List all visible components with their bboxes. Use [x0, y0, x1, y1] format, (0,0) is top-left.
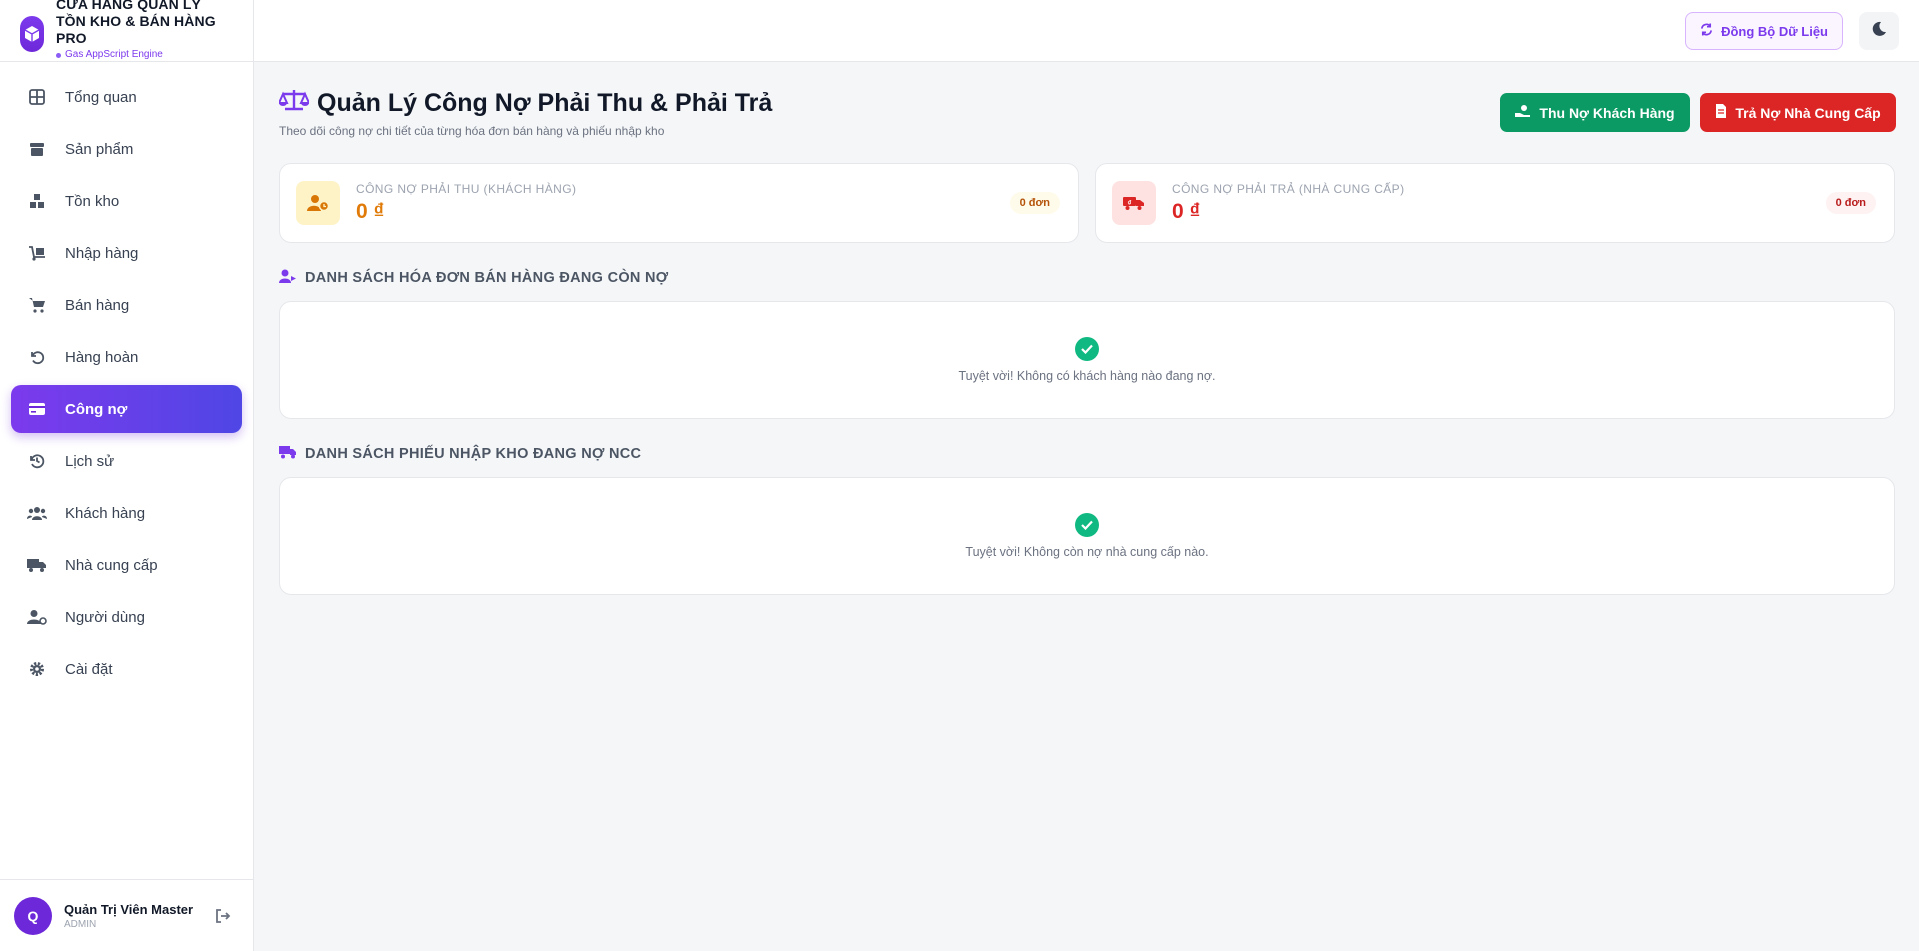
moon-icon [1871, 21, 1887, 42]
sidebar-item-label: Hàng hoàn [65, 348, 139, 366]
avatar[interactable]: Q [14, 896, 52, 935]
history-icon [27, 451, 47, 471]
sidebar-item-label: Tồn kho [65, 192, 120, 210]
sidebar-item-nguoi-dung[interactable]: Người dùng [11, 593, 242, 641]
main-content: Quản Lý Công Nợ Phải Thu & Phải Trả Theo… [277, 62, 1896, 595]
brand-subtitle-text: Gas AppScript Engine [65, 49, 163, 60]
sidebar-item-nha-cung-cap[interactable]: Nhà cung cấp [11, 541, 242, 589]
invoice-icon [1715, 104, 1727, 121]
sidebar-item-cai-dat[interactable]: Cài đặt [11, 645, 242, 693]
sidebar-item-cong-no[interactable]: Công nợ [11, 385, 242, 433]
sync-data-button[interactable]: Đồng Bộ Dữ Liệu [1685, 12, 1843, 50]
sidebar-item-lich-su[interactable]: Lịch sử [11, 437, 242, 485]
check-circle-icon [1075, 337, 1099, 361]
receivable-card: CÔNG NỢ PHẢI THU (KHÁCH HÀNG) 0 ₫ 0 đơn [279, 163, 1079, 243]
payable-value: 0 ₫ [1172, 200, 1201, 223]
payable-count-badge: 0 đơn [1825, 192, 1876, 214]
receipts-empty-text: Tuyệt vời! Không còn nợ nhà cung cấp nào… [965, 545, 1209, 559]
boxes-icon [27, 191, 47, 211]
sidebar-item-label: Cài đặt [65, 660, 113, 678]
receivable-label: CÔNG NỢ PHẢI THU (KHÁCH HÀNG) [356, 182, 577, 196]
brand-subtitle: Gas AppScript Engine [56, 49, 226, 61]
invoices-section-header: DANH SÁCH HÓA ĐƠN BÁN HÀNG ĐANG CÒN NỢ [279, 268, 1895, 288]
sidebar-item-tong-quan[interactable]: Tổng quan [11, 73, 242, 121]
check-circle-icon [1075, 513, 1099, 537]
sidebar-item-label: Nhập hàng [65, 244, 139, 262]
brand-title: CỬA HÀNG QUẢN LÝ TỒN KHO & BÁN HÀNG PRO [56, 0, 216, 46]
user-clock-icon [296, 181, 340, 225]
user-name: Quản Trị Viên Master [64, 901, 194, 917]
dolly-icon [27, 243, 47, 263]
sidebar-item-hang-hoan[interactable]: Hàng hoàn [11, 333, 242, 381]
brand: CỬA HÀNG QUẢN LÝ TỒN KHO & BÁN HÀNG PRO … [0, 0, 253, 62]
cube-logo-icon [20, 16, 44, 52]
sidebar-item-label: Công nợ [65, 400, 128, 418]
receipts-section-header: DANH SÁCH PHIẾU NHẬP KHO ĐANG NỢ NCC [279, 444, 1895, 464]
truck-debt-icon: ₫ [1112, 181, 1156, 225]
topbar: Đồng Bộ Dữ Liệu [254, 0, 1919, 62]
sidebar-item-nhap-hang[interactable]: Nhập hàng [11, 229, 242, 277]
sync-label: Đồng Bộ Dữ Liệu [1721, 23, 1828, 39]
sidebar-item-ton-kho[interactable]: Tồn kho [11, 177, 242, 225]
page-title: Quản Lý Công Nợ Phải Thu & Phải Trả [277, 88, 773, 119]
receivable-value: 0 ₫ [356, 200, 385, 223]
dashboard-icon [27, 87, 47, 107]
payable-card: ₫ CÔNG NỢ PHẢI TRẢ (NHÀ CUNG CẤP) 0 ₫ 0 … [1095, 163, 1895, 243]
sidebar-item-label: Người dùng [65, 608, 145, 626]
scale-balance-icon [277, 88, 311, 119]
invoices-empty-text: Tuyệt vời! Không có khách hàng nào đang … [958, 369, 1216, 383]
hand-money-icon [1515, 104, 1531, 121]
page-title-text: Quản Lý Công Nợ Phải Thu & Phải Trả [317, 89, 773, 117]
sidebar-item-ban-hang[interactable]: Bán hàng [11, 281, 242, 329]
sidebar-item-san-pham[interactable]: Sản phẩm [11, 125, 242, 173]
gear-icon [27, 659, 47, 679]
receivable-count-badge: 0 đơn [1009, 192, 1060, 214]
payable-label: CÔNG NỢ PHẢI TRẢ (NHÀ CUNG CẤP) [1172, 182, 1405, 196]
pay-supplier-label: Trả Nợ Nhà Cung Cấp [1735, 104, 1881, 121]
pay-supplier-button[interactable]: Trả Nợ Nhà Cung Cấp [1700, 93, 1896, 132]
receipts-empty-state: Tuyệt vời! Không còn nợ nhà cung cấp nào… [279, 477, 1895, 595]
collect-debt-label: Thu Nợ Khách Hàng [1539, 104, 1675, 121]
sidebar-item-khach-hang[interactable]: Khách hàng [11, 489, 242, 537]
sidebar: CỬA HÀNG QUẢN LÝ TỒN KHO & BÁN HÀNG PRO … [0, 0, 254, 951]
sidebar-nav: Tổng quan Sản phẩm Tồn kho Nhập hàng Bán… [0, 62, 253, 693]
user-profile: Q Quản Trị Viên Master ADMIN [0, 879, 254, 951]
sidebar-item-label: Bán hàng [65, 296, 130, 314]
receipts-section-title: DANH SÁCH PHIẾU NHẬP KHO ĐANG NỢ NCC [305, 446, 642, 462]
box-icon [27, 139, 47, 159]
collect-debt-button[interactable]: Thu Nợ Khách Hàng [1500, 93, 1690, 132]
sidebar-item-label: Lịch sử [65, 452, 115, 470]
user-cog-icon [27, 607, 47, 627]
summary-cards: CÔNG NỢ PHẢI THU (KHÁCH HÀNG) 0 ₫ 0 đơn … [279, 163, 1895, 243]
svg-text:₫: ₫ [1128, 200, 1132, 206]
sidebar-item-label: Tổng quan [65, 88, 137, 106]
truck-icon [279, 445, 297, 463]
dark-mode-toggle[interactable] [1859, 12, 1899, 50]
page-header: Quản Lý Công Nợ Phải Thu & Phải Trả Theo… [277, 62, 1896, 163]
user-role: ADMIN [64, 918, 97, 930]
status-dot-icon [56, 52, 61, 58]
invoices-empty-state: Tuyệt vời! Không có khách hàng nào đang … [279, 301, 1895, 419]
truck-icon [27, 555, 47, 575]
sync-icon [1700, 23, 1713, 39]
users-icon [27, 503, 47, 523]
sidebar-item-label: Nhà cung cấp [65, 556, 158, 574]
credit-card-icon [27, 399, 47, 419]
invoices-section-title: DANH SÁCH HÓA ĐƠN BÁN HÀNG ĐANG CÒN NỢ [305, 270, 669, 286]
undo-icon [27, 347, 47, 367]
user-tag-icon [279, 269, 297, 287]
logout-icon[interactable] [208, 901, 238, 931]
cart-icon [27, 295, 47, 315]
sidebar-item-label: Sản phẩm [65, 140, 134, 158]
page-subtitle: Theo dõi công nợ chi tiết của từng hóa đ… [279, 124, 665, 138]
sidebar-item-label: Khách hàng [65, 504, 146, 522]
